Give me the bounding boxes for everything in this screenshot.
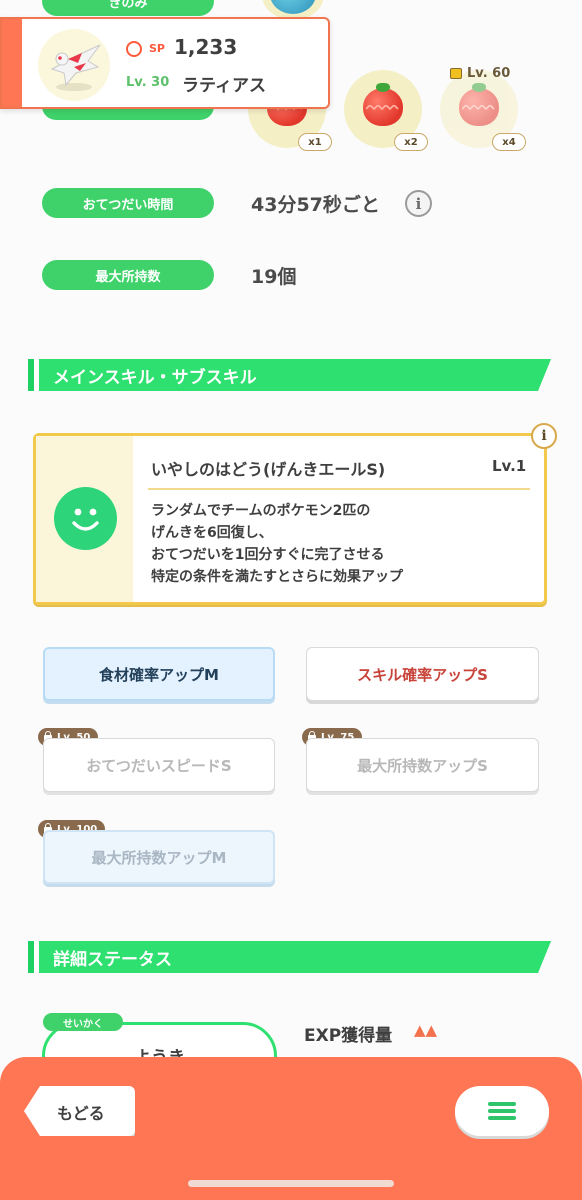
main-skill-description: ランダムでチームのポケモン2匹の げんきを6回復し、 おてつだいを1回分すぐに完… bbox=[151, 500, 403, 588]
description-line: 特定の条件を満たすとさらに効果アップ bbox=[151, 569, 403, 585]
tomato-icon bbox=[363, 83, 403, 126]
description-line: げんきを6回復し、 bbox=[151, 525, 273, 541]
berry-label-text: きのみ bbox=[108, 0, 148, 11]
ingredient-qty-1: x1 bbox=[298, 133, 332, 151]
detail-section-title: 詳細ステータス bbox=[34, 941, 551, 973]
ingredient-qty-2: x2 bbox=[394, 133, 428, 151]
main-skill-name: いやしのはどう(げんきエールS) bbox=[151, 460, 386, 479]
lock-icon bbox=[450, 68, 462, 79]
help-time-value: 43分57秒ごと bbox=[251, 194, 380, 216]
menu-button[interactable] bbox=[455, 1086, 549, 1136]
detail-section-header: 詳細ステータス bbox=[28, 941, 551, 973]
nature-tag: せいかく bbox=[43, 1013, 123, 1031]
sub-skill-3-button[interactable]: おてつだいスピードS bbox=[43, 738, 275, 792]
pokemon-level: Lv. 30 bbox=[126, 75, 170, 90]
back-button-label: もどる bbox=[57, 1104, 105, 1123]
info-icon[interactable]: i bbox=[405, 190, 432, 217]
exp-label: EXP獲得量 bbox=[304, 1026, 393, 1046]
sp-label: SP bbox=[149, 42, 165, 55]
skills-section-header: メインスキル・サブスキル bbox=[28, 359, 551, 391]
help-time-label: おてつだい時間 bbox=[42, 188, 214, 218]
back-button[interactable]: もどる bbox=[24, 1086, 135, 1136]
card-accent-bar bbox=[2, 19, 22, 107]
ingredient-qty-3: x4 bbox=[492, 133, 526, 151]
main-skill-divider bbox=[148, 488, 530, 490]
home-indicator bbox=[188, 1180, 394, 1187]
main-skill-level: Lv.1 bbox=[492, 457, 527, 475]
sub-skill-5-button[interactable]: 最大所持数アップM bbox=[43, 830, 275, 884]
skills-section-title: メインスキル・サブスキル bbox=[34, 359, 551, 391]
pokemon-avatar bbox=[38, 29, 110, 101]
sp-value: 1,233 bbox=[174, 35, 238, 59]
max-carry-value: 19個 bbox=[251, 266, 297, 288]
pokemon-name: ラティアス bbox=[182, 76, 266, 96]
max-carry-label: 最大所持数 bbox=[42, 260, 214, 290]
pokemon-card[interactable]: SP 1,233 Lv. 30 ラティアス bbox=[0, 17, 330, 109]
tomato-icon bbox=[459, 83, 499, 126]
description-line: おてつだいを1回分すぐに完了させる bbox=[151, 547, 385, 563]
berry-label: きのみ bbox=[42, 0, 214, 16]
smile-icon bbox=[54, 487, 117, 550]
sub-skill-1-button[interactable]: 食材確率アップM bbox=[43, 647, 275, 701]
main-skill-info-icon[interactable]: i bbox=[531, 423, 557, 449]
exp-up-marks: ▲▲ bbox=[414, 1021, 438, 1039]
sub-skill-4-button[interactable]: 最大所持数アップS bbox=[306, 738, 539, 792]
description-line: ランダムでチームのポケモン2匹の bbox=[151, 503, 371, 519]
main-skill-card[interactable]: いやしのはどう(げんきエールS) Lv.1 ランダムでチームのポケモン2匹の げ… bbox=[33, 433, 547, 605]
sp-icon bbox=[126, 41, 142, 57]
ingredient-lock-3: Lv. 60 bbox=[450, 66, 510, 81]
sub-skill-2-button[interactable]: スキル確率アップS bbox=[306, 647, 539, 701]
hamburger-icon bbox=[488, 1102, 516, 1120]
